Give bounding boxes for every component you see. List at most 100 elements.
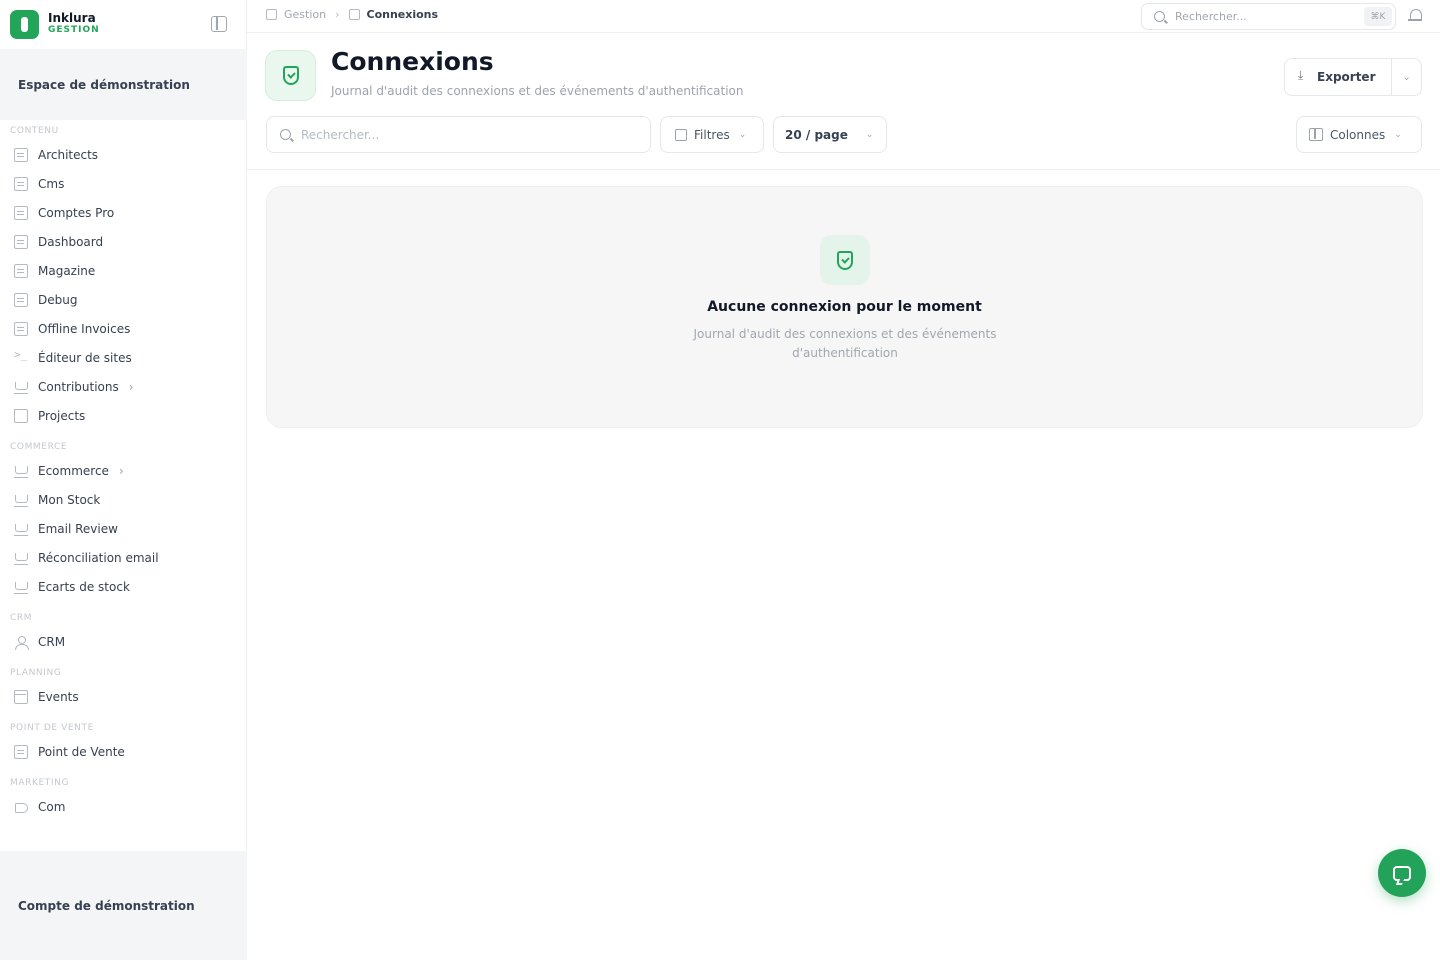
empty-state-title: Aucune connexion pour le moment [707,299,982,315]
columns-icon [1309,128,1323,141]
bell-icon[interactable] [1408,9,1422,23]
filters-button[interactable]: Filtres ⌄ [660,116,764,153]
sidebar-section-title: MARKETING [10,778,70,788]
sidebar-item[interactable]: Projects [0,401,247,430]
cart-icon [14,551,28,565]
filters-label: Filtres [694,127,730,142]
sidebar-item-label: Events [38,689,79,704]
chevron-right-icon: › [118,463,124,478]
sidebar-item[interactable]: Com [0,792,247,821]
cart-icon [14,580,28,594]
sidebar-item[interactable]: Ecarts de stock [0,572,247,601]
sidebar-item-label: Architects [38,147,99,162]
table-search-placeholder: Rechercher... [301,127,380,142]
export-label: Exporter [1317,70,1376,84]
columns-button[interactable]: Colonnes ⌄ [1296,116,1422,153]
sidebar-item[interactable]: Réconciliation email [0,543,247,572]
sidebar-item[interactable]: Email Review [0,514,247,543]
breadcrumb-root[interactable]: Gestion [284,8,326,21]
sidebar-item-label: Éditeur de sites [38,350,132,365]
folder-icon [14,408,28,423]
global-search-input[interactable]: Rechercher... ⌘K [1141,3,1396,30]
sidebar-toggle-icon[interactable] [211,16,227,32]
sidebar-section-title: CONTENU [10,126,59,136]
sidebar-item-label: Comptes Pro [38,205,115,220]
sidebar-item[interactable]: Cms [0,169,247,198]
sidebar-section-title: CRM [10,613,33,623]
search-icon [280,129,291,140]
sidebar-item-label: Email Review [38,521,118,536]
cart-icon [14,464,28,478]
shield-check-icon [837,250,853,270]
document-icon [14,321,28,336]
search-shortcut: ⌘K [1364,7,1392,26]
table-search-input[interactable]: Rechercher... [266,116,651,153]
page-subtitle: Journal d'audit des connexions et des év… [331,84,744,98]
sidebar-item-label: Ecommerce [38,463,109,478]
breadcrumb-current: Connexions [366,8,439,21]
sidebar-item[interactable]: Architects [0,140,247,169]
sidebar: Inklura GESTION Espace de démonstration … [0,0,247,960]
sidebar-item-label: Com [38,799,66,814]
home-icon [266,9,277,20]
chat-button[interactable] [1378,849,1426,897]
sidebar-item[interactable]: Debug [0,285,247,314]
building-icon [14,147,28,162]
export-dropdown-chevron-icon[interactable]: ⌄ [1392,72,1421,83]
sidebar-item-label: Cms [38,176,65,191]
shield-icon [348,9,360,20]
sidebar-item[interactable]: Mon Stock [0,485,247,514]
book-icon [14,263,28,278]
sidebar-item-label: Offline Invoices [38,321,131,336]
sidebar-item-label: Point de Vente [38,744,125,759]
cart-icon [14,522,28,536]
sidebar-item-label: Ecarts de stock [38,579,130,594]
account-menu[interactable]: Compte de démonstration [0,851,247,960]
sidebar-item[interactable]: Contributions › [0,372,247,401]
workspace-switcher[interactable]: Espace de démonstration [0,49,247,120]
sidebar-item[interactable]: Comptes Pro [0,198,247,227]
sidebar-item-label: Réconciliation email [38,550,159,565]
workspace-label: Espace de démonstration [18,77,190,92]
calendar-icon [14,689,28,704]
sidebar-item[interactable]: Éditeur de sites [0,343,247,372]
sidebar-item[interactable]: Magazine [0,256,247,285]
sidebar-item[interactable]: Offline Invoices [0,314,247,343]
empty-state: Aucune connexion pour le moment Journal … [266,186,1423,428]
chat-icon [1393,865,1411,881]
global-search-placeholder: Rechercher... [1175,10,1247,23]
terminal-icon [14,348,28,365]
document-icon [14,205,28,220]
brand[interactable]: Inklura GESTION [10,9,100,39]
export-button[interactable]: Exporter [1285,59,1393,95]
sidebar-section-title: PLANNING [10,668,62,678]
brand-subtitle: GESTION [48,25,100,35]
sidebar-section-title: POINT DE VENTE [10,723,94,733]
sidebar-section-title: COMMERCE [10,442,68,452]
sidebar-nav: CONTENU Architects Cms Comptes Pro Dashboard… [0,120,247,821]
topbar: Gestion › Connexions Rechercher... ⌘K [247,0,1440,33]
sidebar-item-label: Mon Stock [38,492,101,507]
per-page-label: 20 / page [785,127,848,142]
sidebar-item[interactable]: Ecommerce › [0,456,247,485]
page-title: Connexions [331,47,494,76]
breadcrumb: Gestion › Connexions [266,8,438,21]
brand-logo [10,9,39,39]
sidebar-item[interactable]: CRM [0,627,247,656]
shield-check-icon [282,66,299,85]
chevron-down-icon: ⌄ [1394,129,1402,140]
per-page-select[interactable]: 20 / page ⌄ [773,116,887,153]
empty-state-text: Journal d'audit des connexions et des év… [693,327,997,360]
user-icon [14,635,29,650]
sidebar-item-label: CRM [38,634,66,649]
document-icon [14,176,28,191]
sidebar-item[interactable]: Point de Vente [0,737,247,766]
brand-name: Inklura [48,11,96,25]
sidebar-item-label: Magazine [38,263,96,278]
document-icon [14,292,28,307]
search-icon [1154,11,1165,22]
columns-label: Colonnes [1330,127,1386,142]
sidebar-item-label: Contributions [38,379,119,394]
sidebar-item[interactable]: Dashboard [0,227,247,256]
sidebar-item[interactable]: Events [0,682,247,711]
